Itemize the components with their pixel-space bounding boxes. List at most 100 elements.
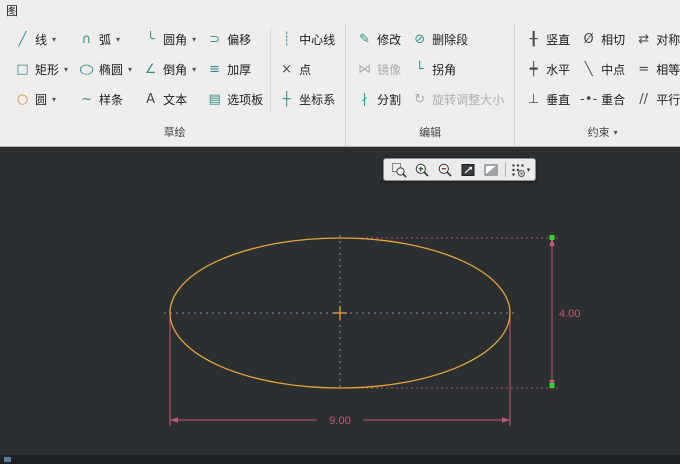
button-label: 水平 [546,62,571,77]
symmetric-constraint-icon: ⇄ [638,31,650,47]
divide-button[interactable]: ∤ 分割 [351,84,406,114]
dropdown-caret-icon[interactable]: ▾ [128,65,132,74]
sketch-column-5: ┊ 中心线 × 点 ┼ 坐标系 [273,24,340,114]
spline-icon: ~ [81,91,92,107]
csys-button[interactable]: ┼ 坐标系 [273,84,340,114]
offset-button[interactable]: ⊃ 偏移 [201,24,268,54]
button-label: 线 [35,32,48,47]
corner-icon: └ [415,61,424,77]
toolbar-separator [505,162,506,177]
zoom-window-button[interactable] [388,160,410,179]
chamfer-icon: ∠ [144,61,157,77]
button-label: 分割 [377,92,402,107]
line-icon: ╱ [18,31,27,47]
dimension-lines[interactable] [169,237,560,426]
dropdown-caret-icon[interactable]: ▾ [192,35,196,44]
midpoint-constraint-icon: ╲ [584,61,593,77]
delete-segment-button[interactable]: ⊘ 删除段 [406,24,509,54]
line-button[interactable]: ╱ 线 ▾ [9,24,73,54]
button-label: 修改 [377,32,402,47]
ribbon-body: ╱ 线 ▾ □ 矩形 ▾ ○ 圆 ▾ ∩ 弧 ▾ ○ 椭圆 ▾ ~ 样条 ╰ 圆… [0,24,680,146]
ribbon-tab-sketch[interactable]: 图 [6,4,18,18]
status-icon[interactable] [4,457,11,462]
tangent-button[interactable]: Ø 相切 [575,24,630,54]
button-label: 竖直 [546,32,571,47]
midpoint-button[interactable]: ╲ 中点 [575,54,630,84]
chamfer-button[interactable]: ∠ 倒角 ▾ [137,54,201,84]
corner-button[interactable]: └ 拐角 [406,54,509,84]
button-label: 偏移 [227,32,252,47]
button-label: 对称 [656,32,680,47]
horizontal-button[interactable]: ┿ 水平 [520,54,575,84]
display-style-icon [484,164,498,175]
button-label: 选项板 [227,92,264,107]
button-label: 旋转调整大小 [432,92,505,107]
sketch-svg[interactable]: 4.00 9.00 [0,147,680,455]
centerline-icon: ┊ [282,31,291,47]
width-dimension-value[interactable]: 9.00 [329,415,350,427]
spline-button[interactable]: ~ 样条 [73,84,137,114]
circle-icon: ○ [16,91,29,107]
group-label-constrain[interactable]: 约束 ▾ [520,124,680,146]
constrain-column-3: ⇄ 对称 = 相等 // 平行 [630,24,680,114]
text-icon: A [146,91,156,107]
mirror-icon: ⋈ [358,61,372,77]
dropdown-caret-icon[interactable]: ▾ [527,166,531,174]
fillet-icon: ╰ [146,31,155,47]
zoom-out-button[interactable] [434,160,456,179]
mirror-button: ⋈ 镜像 [351,54,406,84]
fillet-button[interactable]: ╰ 圆角 ▾ [137,24,201,54]
sketch-canvas-area[interactable]: 4.00 9.00 ▾ [0,147,680,455]
symmetric-button[interactable]: ⇄ 对称 [630,24,680,54]
horizontal-constraint-icon: ┿ [529,61,538,77]
circle-button[interactable]: ○ 圆 ▾ [9,84,73,114]
group-label-edit: 编辑 [351,124,509,146]
refit-button[interactable] [457,160,479,179]
palette-button[interactable]: ▤ 选项板 [201,84,268,114]
dropdown-caret-icon[interactable]: ▾ [116,35,120,44]
ellipse-button[interactable]: ○ 椭圆 ▾ [73,54,137,84]
sketch-column-1: ╱ 线 ▾ □ 矩形 ▾ ○ 圆 ▾ [9,24,73,114]
sketch-column-3: ╰ 圆角 ▾ ∠ 倒角 ▾ A 文本 [137,24,201,114]
point-button[interactable]: × 点 [273,54,340,84]
cad-application-window: 图 ╱ 线 ▾ □ 矩形 ▾ ○ 圆 ▾ ∩ 弧 ▾ ○ 椭圆 ▾ ~ 样条 ╰… [0,0,680,464]
rotate-resize-button: ↻ 旋转调整大小 [406,84,509,114]
dropdown-caret-icon[interactable]: ▾ [614,128,618,137]
perpendicular-constraint-icon: ⊥ [527,91,540,107]
rectangle-button[interactable]: □ 矩形 ▾ [9,54,73,84]
perpendicular-button[interactable]: ⊥ 垂直 [520,84,575,114]
parallel-button[interactable]: // 平行 [630,84,680,114]
delete-segment-icon: ⊘ [414,31,426,47]
ribbon: 图 ╱ 线 ▾ □ 矩形 ▾ ○ 圆 ▾ ∩ 弧 ▾ ○ 椭圆 ▾ ~ 样条 ╰… [0,0,680,147]
centerline-button[interactable]: ┊ 中心线 [273,24,340,54]
equal-button[interactable]: = 相等 [630,54,680,84]
ellipse-icon: ○ [78,61,95,77]
display-style-button[interactable] [480,160,502,179]
thicken-button[interactable]: ≡ 加厚 [201,54,268,84]
dropdown-caret-icon[interactable]: ▾ [52,95,56,104]
button-label: 弧 [99,32,112,47]
dropdown-caret-icon[interactable]: ▾ [64,65,68,74]
sketcher-display-button[interactable]: ▾ [509,160,531,179]
height-dimension-value[interactable]: 4.00 [559,308,580,320]
button-label: 重合 [601,92,626,107]
dimension-arrowheads [170,238,555,423]
constrain-column-1: ╂ 竖直 ┿ 水平 ⊥ 垂直 [520,24,575,114]
text-button[interactable]: A 文本 [137,84,201,114]
dimension-values[interactable]: 4.00 9.00 [329,308,580,427]
button-label: 中点 [601,62,626,77]
status-strip [0,455,680,464]
button-label: 垂直 [546,92,571,107]
vertical-button[interactable]: ╂ 竖直 [520,24,575,54]
dropdown-caret-icon[interactable]: ▾ [52,35,56,44]
ribbon-group-constrain: ╂ 竖直 ┿ 水平 ⊥ 垂直 Ø 相切 ╲ 中点 -•- 重合 ⇄ 对称 = 相… [514,24,680,146]
tangent-constraint-icon: Ø [583,31,594,47]
button-label: 删除段 [432,32,469,47]
dropdown-caret-icon[interactable]: ▾ [192,65,196,74]
group-column-separator [270,27,272,111]
coincident-button[interactable]: -•- 重合 [575,84,630,114]
arc-button[interactable]: ∩ 弧 ▾ [73,24,137,54]
thicken-icon: ≡ [209,61,221,77]
zoom-in-button[interactable] [411,160,433,179]
modify-button[interactable]: ✎ 修改 [351,24,406,54]
